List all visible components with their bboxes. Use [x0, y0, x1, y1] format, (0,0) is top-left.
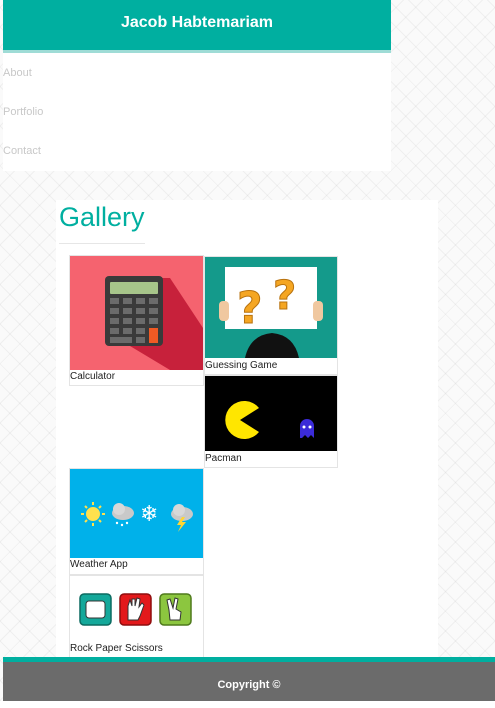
card-label: Calculator [70, 371, 116, 382]
hand-signs-icon [79, 593, 192, 626]
card-label: Weather App [70, 559, 128, 570]
card-label: Rock Paper Scissors [70, 643, 163, 654]
weather-icon: ❄ [81, 502, 193, 532]
gallery-section: Gallery Calculator ? ? Guessing Game Pac… [56, 200, 438, 658]
card-label: Pacman [205, 453, 242, 464]
nav-item-contact[interactable]: Contact [3, 145, 41, 157]
gallery-card-guessing-game[interactable]: ? ? Guessing Game [204, 256, 338, 375]
site-header: Jacob Habtemariam [3, 0, 391, 53]
question-sign-icon: ? ? [219, 267, 323, 358]
gallery-card-pacman[interactable]: Pacman [204, 375, 338, 468]
calculator-thumbnail [70, 256, 203, 370]
gallery-card-rock-paper-scissors[interactable]: Rock Paper Scissors [69, 575, 204, 658]
pacman-icon [225, 401, 314, 439]
site-footer: Copyright © [3, 657, 495, 701]
site-title: Jacob Habtemariam [120, 14, 274, 31]
gallery-title: Gallery [59, 202, 145, 232]
copyright-text: Copyright © [217, 679, 281, 691]
nav-item-portfolio[interactable]: Portfolio [3, 106, 43, 118]
title-divider [59, 243, 145, 244]
nav-item-about[interactable]: About [3, 67, 32, 79]
nav-menu: About Portfolio Contact [3, 53, 391, 171]
rock-paper-scissors-thumbnail [70, 576, 203, 642]
card-label: Guessing Game [205, 360, 278, 371]
gallery-card-weather-app[interactable]: ❄ Weather App [69, 468, 204, 575]
guessing-game-thumbnail: ? ? [205, 257, 337, 358]
svg-text:?: ? [237, 283, 263, 334]
pacman-thumbnail [205, 376, 337, 451]
svg-text:❄: ❄ [140, 502, 158, 527]
svg-text:?: ? [273, 273, 296, 319]
calculator-icon [105, 276, 203, 370]
weather-app-thumbnail: ❄ [70, 469, 203, 558]
gallery-card-calculator[interactable]: Calculator [69, 255, 204, 386]
